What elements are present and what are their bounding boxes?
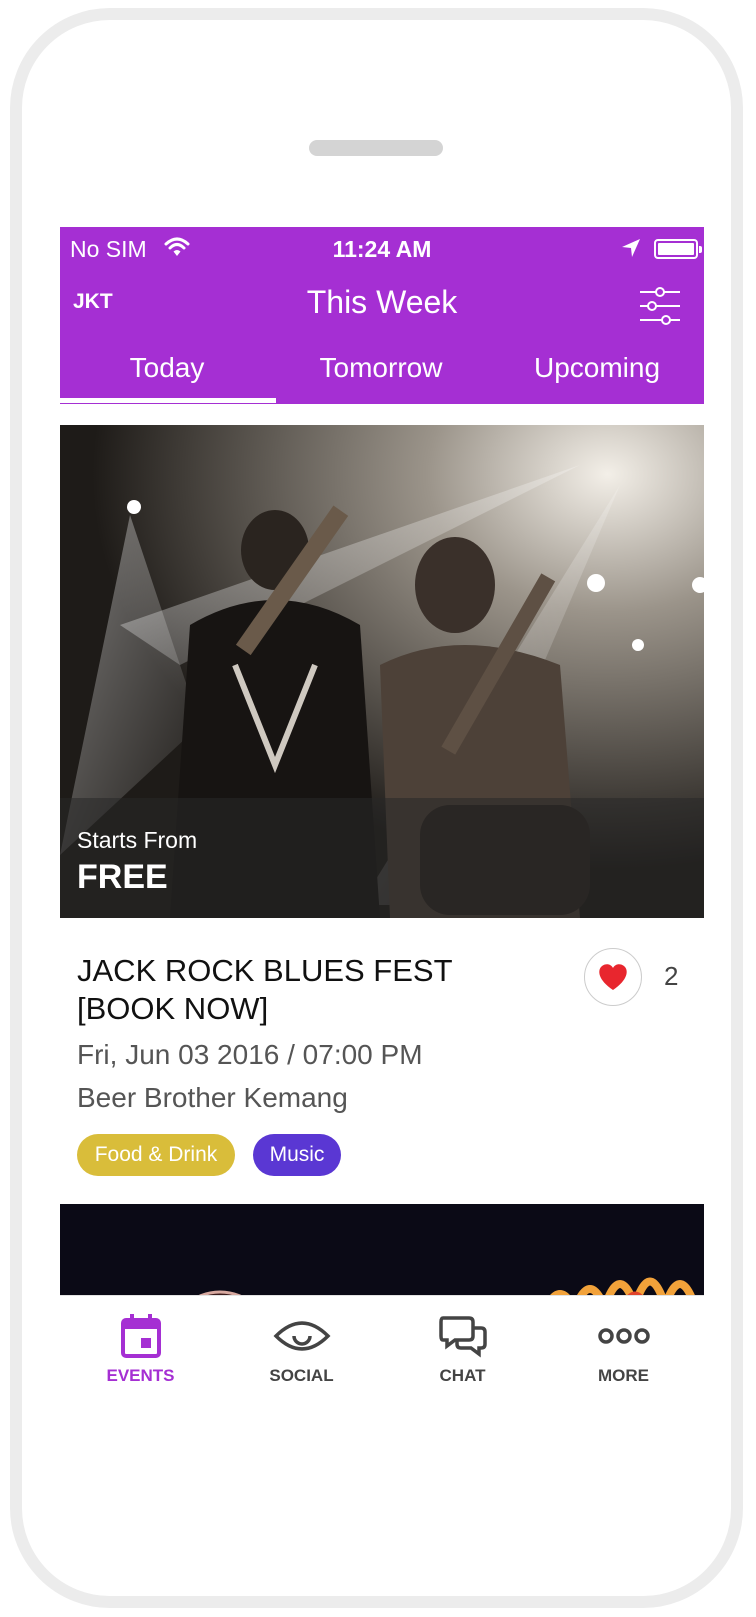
- more-dots-icon: [597, 1328, 650, 1344]
- nav-events[interactable]: EVENTS: [60, 1296, 221, 1419]
- page-title: This Week: [306, 284, 458, 320]
- bottom-tab-bar: EVENTS SOCIAL CHAT MORE: [60, 1295, 704, 1419]
- tag-food-drink[interactable]: Food & Drink: [77, 1134, 235, 1176]
- chat-bubbles-icon: [438, 1316, 487, 1358]
- tab-upcoming[interactable]: Upcoming: [490, 334, 704, 404]
- battery-icon: [654, 239, 702, 259]
- like-button[interactable]: [584, 948, 642, 1006]
- day-tabs: Today Tomorrow Upcoming: [60, 334, 704, 404]
- nav-social[interactable]: SOCIAL: [221, 1296, 382, 1419]
- calendar-icon: [120, 1314, 161, 1358]
- heart-icon: [599, 964, 627, 990]
- location-arrow-icon: [622, 239, 640, 257]
- app-screen: No SIM 11:24 AM JKT This Week Today Tomo…: [60, 227, 704, 1419]
- tab-today[interactable]: Today: [60, 334, 274, 404]
- nav-header: JKT This Week: [60, 272, 704, 334]
- status-bar: No SIM 11:24 AM: [60, 227, 704, 272]
- event-date: Fri, Jun 03 2016 / 07:00 PM: [77, 1039, 423, 1070]
- nav-social-label: SOCIAL: [269, 1366, 334, 1385]
- event-card-image[interactable]: Starts From FREE: [60, 425, 704, 918]
- status-time: 11:24 AM: [332, 236, 432, 262]
- eye-icon: [273, 1321, 330, 1351]
- price-label: Starts From: [77, 827, 198, 853]
- filter-sliders-icon[interactable]: [638, 286, 682, 326]
- tag-music[interactable]: Music: [253, 1134, 341, 1176]
- nav-more[interactable]: MORE: [543, 1296, 704, 1419]
- active-tab-indicator: [60, 398, 276, 403]
- nav-chat[interactable]: CHAT: [382, 1296, 543, 1419]
- price-value: FREE: [77, 858, 168, 896]
- event-venue: Beer Brother Kemang: [77, 1082, 348, 1113]
- like-count: 2: [664, 961, 679, 991]
- price-overlay: Starts From FREE: [60, 798, 704, 918]
- nav-more-label: MORE: [598, 1366, 649, 1385]
- nav-chat-label: CHAT: [439, 1366, 486, 1385]
- nav-events-label: EVENTS: [106, 1366, 175, 1385]
- phone-speaker: [309, 140, 443, 156]
- tab-tomorrow[interactable]: Tomorrow: [274, 334, 488, 404]
- event-title[interactable]: JACK ROCK BLUES FEST [BOOK NOW]: [77, 952, 537, 1028]
